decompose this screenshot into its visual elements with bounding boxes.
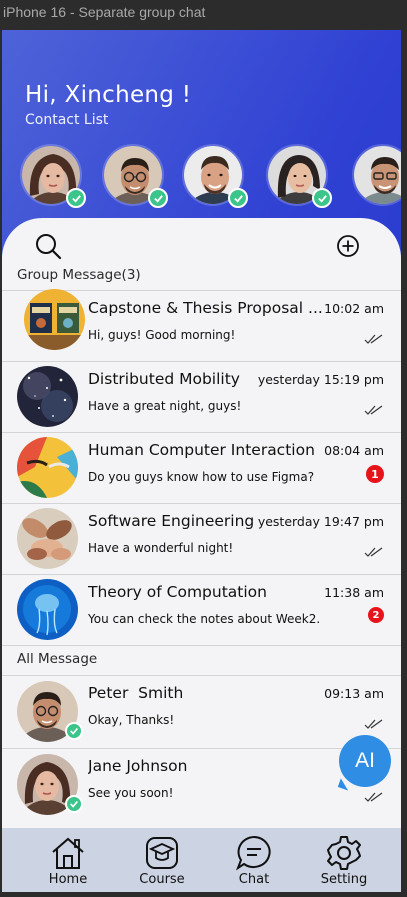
contact-avatar[interactable]: [352, 144, 401, 206]
graduation-cap-icon: [146, 837, 178, 869]
group-title: Distributed Mobility: [88, 370, 240, 388]
hci-group-avatar: [17, 437, 78, 498]
nav-setting-label: Setting: [320, 872, 368, 887]
group-time: yesterday 19:47 pm: [257, 514, 384, 529]
add-circle-icon[interactable]: [336, 234, 360, 258]
unread-count-badge: 1: [366, 465, 384, 483]
group-title: Capstone & Thesis Proposal ...: [88, 299, 323, 317]
online-check-icon: [312, 188, 332, 208]
group-chat-row[interactable]: Theory of Computation You can check the …: [2, 574, 401, 645]
contact-last-message: Okay, Thanks!: [88, 713, 175, 727]
group-time: yesterday 15:19 pm: [257, 372, 384, 387]
read-ticks-icon: [364, 719, 383, 729]
chat-bubble-icon: [235, 835, 271, 871]
group-chat-row[interactable]: Human Computer Interaction Do you guys k…: [2, 432, 401, 503]
nav-chat-label: Chat: [238, 872, 270, 887]
nav-home[interactable]: Home: [28, 834, 108, 890]
ai-assistant-button[interactable]: AI: [339, 735, 391, 787]
group-chat-row[interactable]: Distributed Mobility Have a great night,…: [2, 361, 401, 432]
online-check-icon: [65, 722, 83, 740]
phone-screen: Hi, Xincheng ! Contact List Group Messag…: [2, 30, 401, 892]
online-check-icon: [66, 188, 86, 208]
home-icon: [52, 837, 84, 869]
messages-panel: Group Message(3) Capstone & Thesis Propo…: [2, 218, 401, 828]
read-ticks-icon: [364, 334, 383, 344]
read-ticks-icon: [364, 547, 383, 557]
contact-avatar[interactable]: [266, 144, 332, 208]
greeting-title: Hi, Xincheng !: [25, 82, 192, 108]
group-time: 08:04 am: [324, 443, 384, 458]
group-chat-row[interactable]: Software Engineering Have a wonderful ni…: [2, 503, 401, 574]
contact-list-subtitle: Contact List: [25, 112, 109, 128]
theory-computation-avatar: [17, 579, 78, 640]
group-last-message: Have a wonderful night!: [88, 541, 234, 555]
group-title: Software Engineering: [88, 512, 255, 530]
group-message-heading: Group Message(3): [17, 267, 141, 283]
capstone-group-avatar: [24, 289, 85, 350]
contact-last-message: See you soon!: [88, 786, 174, 800]
all-message-divider: All Message: [2, 645, 401, 675]
contact-avatar[interactable]: [20, 144, 86, 208]
contact-avatar[interactable]: [102, 144, 168, 208]
distributed-mobility-avatar: [17, 366, 78, 427]
group-time: 10:02 am: [324, 301, 384, 316]
online-check-icon: [65, 795, 83, 813]
group-time: 11:38 am: [324, 585, 384, 600]
group-last-message: Do you guys know how to use Figma?: [88, 470, 315, 484]
nav-chat[interactable]: Chat: [214, 834, 294, 890]
contact-time: 09:13 am: [324, 686, 384, 701]
contact-name: Peter Smith: [88, 684, 184, 702]
man-glasses-avatar-2: [352, 144, 401, 206]
group-title: Human Computer Interaction: [88, 441, 315, 459]
contact-avatar[interactable]: [182, 144, 248, 208]
contact-name: Jane Johnson: [88, 757, 188, 775]
search-icon[interactable]: [34, 232, 62, 260]
software-engineering-avatar: [17, 508, 78, 569]
all-message-heading: All Message: [17, 651, 98, 667]
nav-home-label: Home: [48, 872, 88, 887]
unread-count-badge: 2: [368, 607, 384, 623]
online-check-icon: [148, 188, 168, 208]
direct-chat-row[interactable]: Peter Smith Okay, Thanks! 09:13 am: [2, 675, 401, 748]
frame-title: iPhone 16 - Separate group chat: [3, 4, 206, 20]
group-title: Theory of Computation: [88, 583, 267, 601]
nav-setting[interactable]: Setting: [304, 834, 384, 890]
read-ticks-icon: [364, 405, 383, 415]
contact-avatar-strip: [2, 144, 401, 208]
gear-icon: [327, 836, 361, 870]
group-last-message: You can check the notes about Week2.: [88, 612, 321, 626]
group-last-message: Hi, guys! Good morning!: [88, 328, 236, 342]
bottom-navigation: Home Course Chat Setting: [2, 828, 401, 892]
online-check-icon: [228, 188, 248, 208]
nav-course-label: Course: [139, 872, 185, 887]
read-ticks-icon: [364, 792, 383, 802]
nav-course[interactable]: Course: [122, 834, 202, 890]
group-last-message: Have a great night, guys!: [88, 399, 242, 413]
group-chat-row[interactable]: Capstone & Thesis Proposal ... Hi, guys!…: [2, 289, 401, 361]
